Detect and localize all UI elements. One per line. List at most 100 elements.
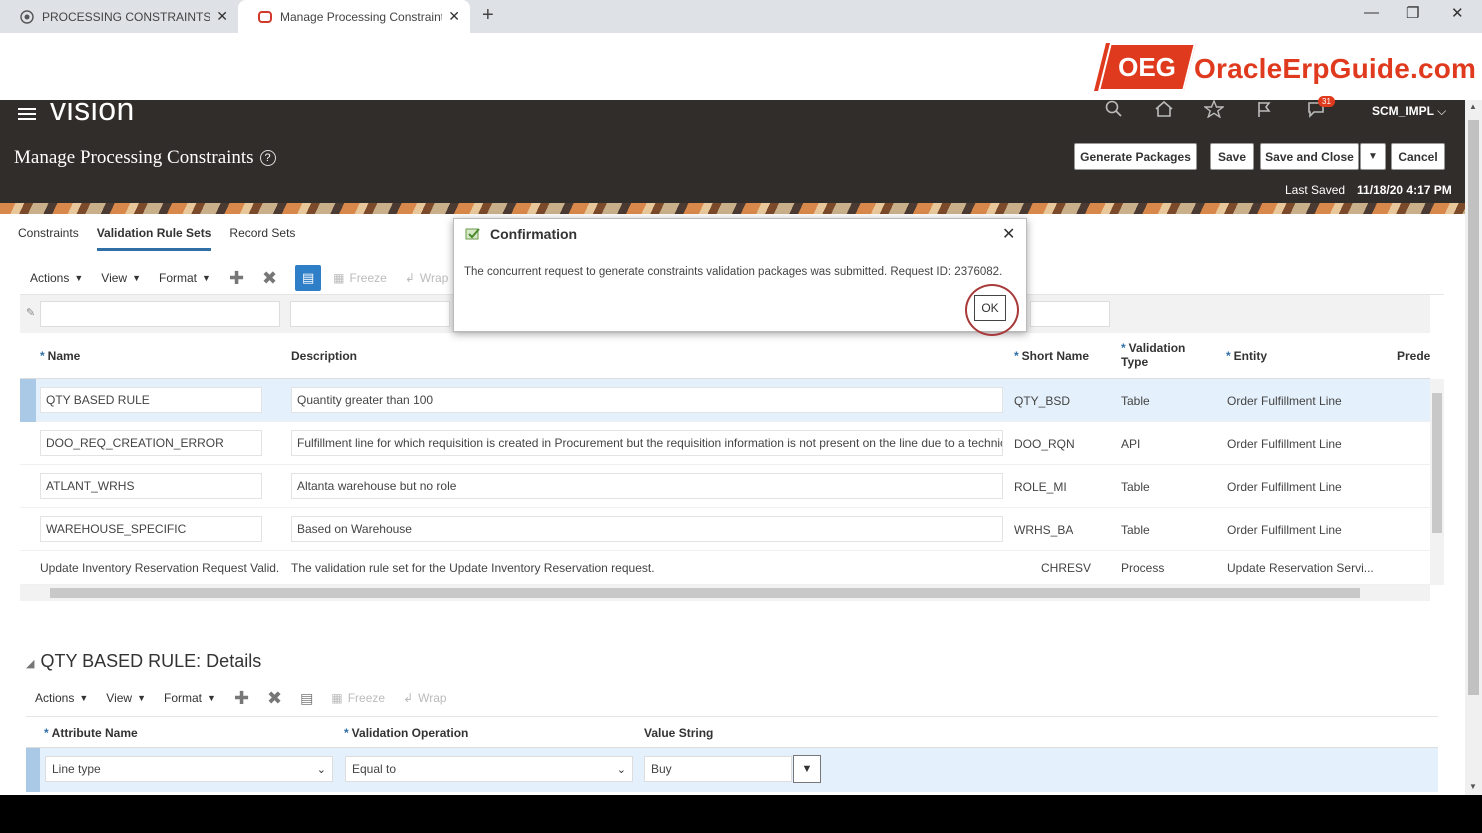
value-string-input[interactable]: Buy: [644, 756, 792, 782]
table-row[interactable]: DOO_REQ_CREATION_ERROR Fulfillment line …: [20, 422, 1430, 465]
entity: Update Reservation Servi...: [1227, 561, 1374, 575]
tab-validation-rule-sets[interactable]: Validation Rule Sets: [96, 226, 212, 251]
browser-tab-manage-constraints[interactable]: Manage Processing Constraints - ✕: [238, 0, 470, 33]
close-icon[interactable]: ✕: [1002, 224, 1015, 244]
name-input[interactable]: QTY BASED RULE: [40, 387, 262, 413]
filter-description-input[interactable]: [290, 301, 450, 327]
wrap-button[interactable]: ↲ Wrap: [405, 271, 449, 285]
collapse-triangle-icon[interactable]: ◢: [26, 658, 34, 670]
window-close-icon[interactable]: ✕: [1451, 4, 1464, 22]
oracle-icon: [258, 10, 272, 24]
scroll-up-icon[interactable]: ▲: [1469, 102, 1477, 111]
freeze-icon: ▦: [333, 271, 345, 285]
column-entity[interactable]: * Entity: [1226, 349, 1267, 363]
column-value-string[interactable]: Value String: [644, 726, 713, 740]
table-row[interactable]: Update Inventory Reservation Request Val…: [20, 551, 1430, 585]
menu-icon[interactable]: [18, 105, 36, 123]
query-by-example-icon[interactable]: ▤: [300, 690, 313, 707]
short-name: CHRESV: [1041, 561, 1092, 575]
column-validation-type[interactable]: * Validation Type: [1121, 341, 1201, 369]
table-row[interactable]: ATLANT_WRHS Altanta warehouse but no rol…: [20, 465, 1430, 508]
details-section-title[interactable]: ◢ QTY BASED RULE: Details: [26, 651, 261, 672]
close-icon[interactable]: ✕: [448, 8, 460, 25]
validation-operation-select[interactable]: Equal to ⌄: [345, 756, 633, 782]
details-actions-menu[interactable]: Actions ▼: [35, 691, 88, 705]
short-name: DOO_RQN: [1014, 436, 1075, 451]
short-name: WRHS_BA: [1014, 522, 1074, 537]
home-icon[interactable]: [1154, 100, 1174, 123]
close-icon[interactable]: ✕: [216, 8, 228, 25]
subtabs: Constraints Validation Rule Sets Record …: [18, 226, 295, 251]
caret-down-icon: ▼: [1368, 151, 1378, 162]
table-row[interactable]: QTY BASED RULE Quantity greater than 100…: [20, 379, 1430, 422]
clear-filter-icon[interactable]: ✎: [26, 306, 35, 319]
validation-type: Table: [1121, 522, 1150, 537]
description-input[interactable]: Altanta warehouse but no role: [291, 473, 1003, 499]
column-short-name[interactable]: * Short Name: [1014, 349, 1089, 363]
scroll-down-icon[interactable]: ▼: [1469, 782, 1477, 791]
details-freeze-button[interactable]: ▦ Freeze: [331, 691, 385, 705]
page-scrollbar[interactable]: ▲ ▼: [1465, 100, 1482, 795]
description-input[interactable]: Quantity greater than 100: [291, 387, 1003, 413]
value-list-dropdown[interactable]: ▼: [793, 755, 821, 783]
browser-tab-pdf[interactable]: PROCESSING CONSTRAINTS.pdf ✕: [0, 0, 238, 33]
description-input[interactable]: Fulfillment line for which requisition i…: [291, 430, 1003, 456]
format-menu[interactable]: Format ▼: [159, 271, 211, 285]
save-options-dropdown[interactable]: ▼: [1360, 143, 1386, 170]
cancel-button[interactable]: Cancel: [1391, 143, 1445, 170]
column-description[interactable]: Description: [291, 349, 357, 363]
name-input[interactable]: ATLANT_WRHS: [40, 473, 262, 499]
column-validation-operation[interactable]: * Validation Operation: [344, 726, 468, 740]
freeze-icon: ▦: [331, 691, 343, 705]
generate-packages-button[interactable]: Generate Packages: [1074, 143, 1197, 170]
validation-type: Table: [1121, 479, 1150, 494]
query-by-example-icon[interactable]: ▤: [295, 265, 322, 291]
entity: Order Fulfillment Line: [1227, 522, 1342, 537]
add-icon[interactable]: ✚: [229, 268, 244, 289]
entity: Order Fulfillment Line: [1227, 479, 1342, 494]
tab-record-sets[interactable]: Record Sets: [229, 226, 295, 251]
favorites-star-icon[interactable]: [1202, 99, 1226, 123]
app-name: vision: [50, 91, 135, 127]
attribute-name-select[interactable]: Line type ⌄: [45, 756, 333, 782]
user-menu[interactable]: SCM_IMPL ⌵: [1372, 104, 1446, 119]
chevron-down-icon: ⌄: [316, 763, 326, 776]
save-button[interactable]: Save: [1210, 143, 1254, 170]
new-tab-button[interactable]: +: [482, 4, 494, 27]
table-vertical-scrollbar[interactable]: [1430, 379, 1444, 585]
add-icon[interactable]: ✚: [234, 688, 249, 709]
details-format-menu[interactable]: Format ▼: [164, 691, 216, 705]
minimize-icon[interactable]: —: [1364, 4, 1379, 21]
help-icon[interactable]: ?: [259, 150, 276, 166]
entity: Order Fulfillment Line: [1227, 393, 1342, 408]
column-name[interactable]: * Name: [40, 349, 80, 363]
caret-down-icon: ▼: [137, 693, 146, 703]
description-input[interactable]: Based on Warehouse: [291, 516, 1003, 542]
column-prede[interactable]: Prede: [1397, 349, 1430, 363]
short-name: QTY_BSD: [1014, 393, 1071, 408]
column-attribute-name[interactable]: * Attribute Name: [44, 726, 138, 740]
tab-constraints[interactable]: Constraints: [18, 226, 79, 251]
table-horizontal-scrollbar[interactable]: [20, 585, 1430, 601]
details-view-menu[interactable]: View ▼: [106, 691, 146, 705]
save-and-close-button[interactable]: Save and Close: [1260, 143, 1359, 170]
notification-badge: 31: [1318, 96, 1335, 107]
logo-text: OracleErpGuide.com: [1194, 53, 1477, 84]
restore-icon[interactable]: ❐: [1406, 4, 1419, 22]
table-row[interactable]: WAREHOUSE_SPECIFIC Based on Warehouse WR…: [20, 508, 1430, 551]
view-menu[interactable]: View ▼: [101, 271, 141, 285]
name-input[interactable]: WAREHOUSE_SPECIFIC: [40, 516, 262, 542]
details-row[interactable]: Line type ⌄ Equal to ⌄ Buy ▼: [26, 748, 1438, 792]
name-input[interactable]: DOO_REQ_CREATION_ERROR: [40, 430, 262, 456]
filter-short-name-input[interactable]: [1030, 301, 1110, 327]
actions-menu[interactable]: Actions ▼: [30, 271, 83, 285]
filter-name-input[interactable]: [40, 301, 280, 327]
search-icon[interactable]: [1105, 100, 1123, 123]
freeze-button[interactable]: ▦ Freeze: [333, 271, 387, 285]
details-wrap-button[interactable]: ↲ Wrap: [403, 691, 447, 705]
flag-icon[interactable]: [1256, 100, 1274, 123]
delete-icon[interactable]: ✖: [267, 688, 282, 709]
browser-tab-bar: PROCESSING CONSTRAINTS.pdf ✕ Manage Proc…: [0, 0, 1482, 33]
delete-icon[interactable]: ✖: [262, 268, 277, 289]
caret-down-icon: ▼: [79, 693, 89, 703]
